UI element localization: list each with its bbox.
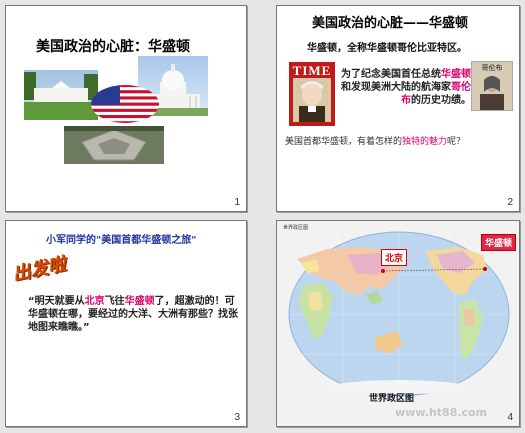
question-part: 美国首都华盛顿，有着怎样的 [285,137,403,147]
pentagon-photo [64,126,164,164]
slide2-body: 为了纪念美国首任总统华盛顿和发现美洲大陆的航海家哥伦布的历史功绩。 [339,68,471,107]
slide1-title: 美国政治的心脏：华盛顿 [36,39,190,55]
slide3-heading: 小军同学的"美国首都华盛顿之旅" [46,235,197,246]
time-cover-image: TIME [289,62,335,126]
body-part: 的历史功绩。 [411,95,471,106]
slide-number: 3 [234,412,240,423]
slide-thumbnail-1[interactable]: 美国政治的心脏：华盛顿 1 [5,5,247,212]
slide-number: 4 [507,412,513,423]
slide-number: 1 [234,197,240,208]
slide2-subtitle: 华盛顿，全称华盛顿哥伦比亚特区。 [307,43,467,54]
washington-highlight: 华盛顿 [124,296,155,307]
quote-part: “明天就要从 [28,296,85,307]
white-house-photo [24,70,98,120]
us-flag-image [90,84,160,124]
time-label: TIME [292,63,332,78]
slide-thumbnail-3[interactable]: 小军同学的"美国首都华盛顿之旅" 出发啦 “明天就要从北京飞往华盛顿了，超激动的… [5,220,247,427]
map-caption: 世界政区图 [369,394,415,404]
slide-number: 2 [507,197,513,208]
slide-thumbnail-4[interactable]: 世界政区图 北京 华盛顿 世界政区图 www.ht88.com 4 [276,220,520,427]
body-part: 和发现美洲大陆的航海家 [341,82,451,93]
slide2-title: 美国政治的心脏——华盛顿 [312,16,469,31]
wordart-chufa: 出发啦 [10,253,68,286]
columbus-portrait: 哥伦布 [471,61,513,111]
slide2-question: 美国首都华盛顿，有着怎样的独特的魅力呢？ [285,134,465,147]
question-part: 呢？ [447,137,466,147]
beijing-highlight: 北京 [84,296,105,307]
washington-label: 华盛顿 [481,234,517,251]
charm-highlight: 独特的魅力 [402,137,448,147]
watermark: www.ht88.com [395,406,488,419]
slide3-quote: “明天就要从北京飞往华盛顿了，超激动的！可华盛顿在哪，要经过的大洋、大洲有那些？… [28,295,238,334]
quote-part: 飞往 [104,296,125,307]
slide-thumbnail-2[interactable]: 美国政治的心脏——华盛顿 华盛顿，全称华盛顿哥伦比亚特区。 TIME 哥伦布 为… [276,5,520,212]
beijing-label: 北京 [381,249,408,266]
body-part: 为了纪念美国首任总统 [341,69,441,80]
washington-highlight: 华盛顿 [441,69,471,80]
